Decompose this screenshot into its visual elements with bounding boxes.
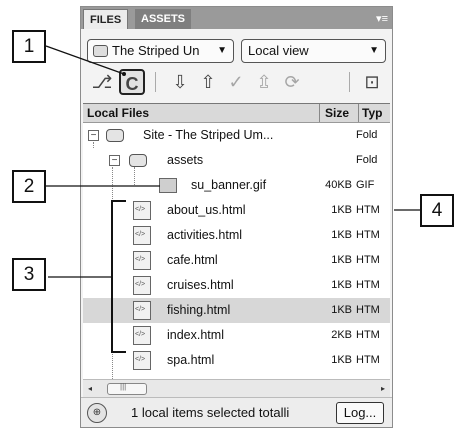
panel-options-menu-icon[interactable]: ▾≡ <box>376 12 388 25</box>
file-name: su_banner.gif <box>191 178 267 192</box>
file-type: HTM <box>356 304 380 316</box>
site-folder-icon <box>106 129 124 142</box>
tree-row-file[interactable]: su_banner.gif 40KB GIF <box>83 173 390 198</box>
file-size: 1KB <box>331 304 352 316</box>
view-select-value: Local view <box>248 43 309 58</box>
file-name: Site - The Striped Um... <box>143 128 274 142</box>
file-type: Fold <box>356 154 378 166</box>
tree-row-file[interactable]: cruises.html 1KB HTM <box>83 273 390 298</box>
html-file-icon <box>133 251 151 270</box>
file-type: HTM <box>356 354 380 366</box>
file-name: spa.html <box>167 353 215 367</box>
horizontal-scrollbar[interactable]: ◂ ▸ <box>83 379 390 397</box>
file-type: Fold <box>356 129 378 141</box>
collapse-icon[interactable]: − <box>109 155 120 166</box>
tree-row-file-selected[interactable]: fishing.html 1KB HTM <box>83 298 390 323</box>
file-size: 1KB <box>331 204 352 216</box>
expand-panel-icon[interactable]: ⊡ <box>359 69 385 95</box>
chevron-down-icon: ▼ <box>217 45 227 56</box>
file-name: activities.html <box>167 228 243 242</box>
scroll-left-icon[interactable]: ◂ <box>83 380 97 398</box>
file-type: HTM <box>356 229 380 241</box>
html-file-icon <box>133 301 151 320</box>
file-name: index.html <box>167 328 224 342</box>
chevron-down-icon: ▼ <box>369 45 379 56</box>
scroll-right-icon[interactable]: ▸ <box>376 380 390 398</box>
site-folder-icon <box>93 45 108 57</box>
file-size: 1KB <box>331 279 352 291</box>
tree-row-site[interactable]: − Site - The Striped Um... Fold <box>83 123 390 148</box>
callout-1: 1 <box>12 30 46 63</box>
status-bar: ⊕ 1 local items selected totalli Log... <box>81 397 392 427</box>
synchronize-icon[interactable]: ⟳ <box>279 69 305 95</box>
image-file-icon <box>159 178 177 193</box>
file-type: HTM <box>356 329 380 341</box>
tab-files[interactable]: FILES <box>83 9 129 29</box>
folder-icon <box>129 154 147 167</box>
file-type: GIF <box>356 179 375 191</box>
column-type[interactable]: Typ <box>362 104 382 122</box>
callout-4: 4 <box>420 194 454 227</box>
callout-2: 2 <box>12 170 46 203</box>
files-toolbar: ⎇ C ⇩ ⇧ ✓ ⇫ ⟳ ⊡ <box>81 69 392 97</box>
panel-tab-bar: FILES ASSETS ▾≡ <box>81 7 392 29</box>
html-file-icon <box>133 201 151 220</box>
status-text: 1 local items selected totalli <box>131 405 290 420</box>
view-select[interactable]: Local view ▼ <box>241 39 386 63</box>
file-size: 40KB <box>325 179 352 191</box>
log-button[interactable]: Log... <box>336 402 384 424</box>
tree-row-file[interactable]: about_us.html 1KB HTM <box>83 198 390 223</box>
html-file-icon <box>133 276 151 295</box>
file-name: about_us.html <box>167 203 246 217</box>
tab-assets[interactable]: ASSETS <box>135 9 192 29</box>
file-size: 1KB <box>331 354 352 366</box>
column-size[interactable]: Size <box>325 104 349 122</box>
column-divider <box>319 104 320 122</box>
collapse-icon[interactable]: − <box>88 130 99 141</box>
get-files-icon[interactable]: ⇩ <box>167 69 193 95</box>
tree-row-file[interactable]: index.html 2KB HTM <box>83 323 390 348</box>
site-select[interactable]: The Striped Un ▼ <box>87 39 234 63</box>
check-in-icon[interactable]: ⇫ <box>251 69 277 95</box>
file-size: 1KB <box>331 254 352 266</box>
network-status-icon: ⊕ <box>87 403 107 423</box>
callout-3: 3 <box>12 258 46 291</box>
file-name: cruises.html <box>167 278 234 292</box>
html-file-icon <box>133 351 151 370</box>
files-column-header: Local Files Size Typ <box>83 103 390 123</box>
toolbar-divider <box>349 72 350 92</box>
tree-row-file[interactable]: spa.html 1KB HTM <box>83 348 390 373</box>
file-size: 2KB <box>331 329 352 341</box>
tree-row-assets[interactable]: − assets Fold <box>83 148 390 173</box>
scrollbar-thumb[interactable] <box>107 382 147 395</box>
column-local-files[interactable]: Local Files <box>87 104 149 122</box>
html-file-icon <box>133 326 151 345</box>
file-name: assets <box>167 153 204 167</box>
html-file-icon <box>133 226 151 245</box>
refresh-button[interactable]: C <box>119 69 145 95</box>
file-size: 1KB <box>331 229 352 241</box>
column-divider <box>358 104 359 122</box>
file-name: fishing.html <box>167 303 231 317</box>
files-panel: FILES ASSETS ▾≡ The Striped Un ▼ Local v… <box>80 6 393 428</box>
file-type: HTM <box>356 204 380 216</box>
file-type: HTM <box>356 254 380 266</box>
site-select-value: The Striped Un <box>112 43 200 58</box>
local-files-tree: − Site - The Striped Um... Fold − assets… <box>83 123 390 379</box>
file-name: cafe.html <box>167 253 218 267</box>
toolbar-divider <box>155 72 156 92</box>
put-files-icon[interactable]: ⇧ <box>195 69 221 95</box>
tree-row-file[interactable]: cafe.html 1KB HTM <box>83 248 390 273</box>
file-type: HTM <box>356 279 380 291</box>
tree-row-file[interactable]: activities.html 1KB HTM <box>83 223 390 248</box>
check-out-icon[interactable]: ✓ <box>223 69 249 95</box>
connect-icon[interactable]: ⎇ <box>89 69 115 95</box>
